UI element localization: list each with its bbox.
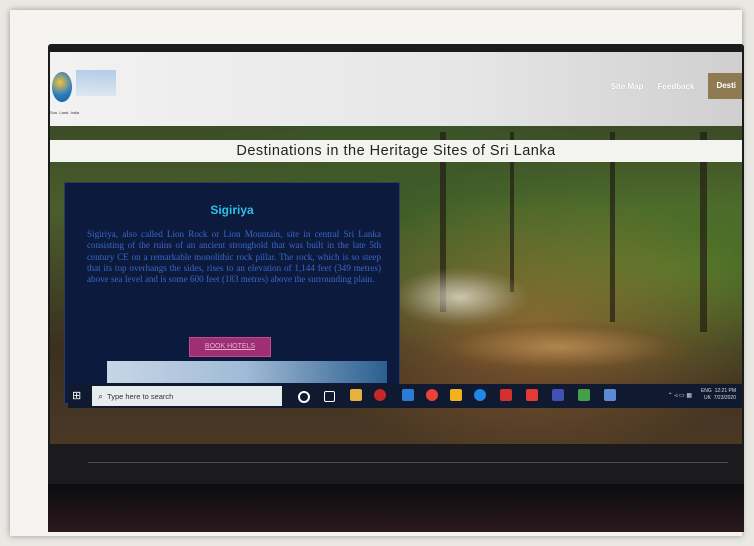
river-pool — [430, 322, 690, 372]
taskbar-search-box[interactable]: ⌕ Type here to search — [92, 386, 282, 406]
site-logo-text — [76, 70, 116, 96]
keyboard-area — [48, 484, 744, 532]
store-icon[interactable] — [350, 389, 362, 401]
chrome-icon[interactable] — [426, 389, 438, 401]
cortana-icon[interactable] — [298, 391, 310, 403]
site-header: Sun. Land. India Site Map Feedback Desti — [50, 52, 742, 126]
clock-date: 7/23/2020 — [713, 395, 736, 401]
acrobat-icon[interactable] — [500, 389, 512, 401]
edge-icon[interactable] — [474, 389, 486, 401]
photo-frame: Sun. Land. India Site Map Feedback Desti… — [10, 10, 744, 536]
jungle-trunk — [700, 132, 707, 332]
page-title: Destinations in the Heritage Sites of Sr… — [50, 140, 742, 162]
nav-feedback[interactable]: Feedback — [658, 82, 695, 91]
lang-top: ENG — [700, 388, 712, 394]
lang-bottom: UK — [704, 395, 711, 401]
vscode-icon[interactable] — [552, 389, 564, 401]
card-description: Sigiriya, also called Lion Rock or Lion … — [87, 229, 381, 285]
windows-start-icon[interactable]: ⊞ — [72, 390, 84, 402]
filezilla-icon[interactable] — [526, 389, 538, 401]
nav-destinations[interactable]: Desti — [708, 73, 742, 99]
book-hotels-button[interactable]: BOOK HOTELS — [189, 337, 271, 357]
screen: Sun. Land. India Site Map Feedback Desti… — [50, 52, 742, 444]
system-clock[interactable]: ENG 12:21 PM UK 7/23/2020 — [701, 388, 736, 402]
nav-site-map[interactable]: Site Map — [611, 82, 644, 91]
search-icon: ⌕ — [98, 390, 104, 401]
file-explorer-icon[interactable] — [450, 389, 462, 401]
destination-card: Sigiriya Sigiriya, also called Lion Rock… — [64, 182, 400, 404]
main-nav: Site Map Feedback Desti — [611, 73, 742, 99]
search-placeholder: Type here to search — [107, 391, 174, 401]
notepad-plus-icon[interactable] — [578, 389, 590, 401]
task-view-icon[interactable] — [324, 391, 335, 402]
card-image — [107, 361, 387, 383]
system-tray-icons[interactable]: ⌃ ◃ ▭ ▦ — [668, 392, 692, 399]
monitor: Sun. Land. India Site Map Feedback Desti… — [48, 44, 744, 532]
site-tagline: Sun. Land. India — [50, 110, 80, 115]
mail-icon[interactable] — [402, 389, 414, 401]
site-logo-icon[interactable] — [52, 72, 72, 102]
app-icon[interactable] — [604, 389, 616, 401]
card-title: Sigiriya — [210, 203, 254, 217]
opera-icon[interactable] — [374, 389, 386, 401]
windows-taskbar: ⊞ ⌕ Type here to search ⌃ ◃ ▭ ▦ ENG 12:2… — [68, 384, 742, 408]
waterfall — [390, 267, 530, 327]
clock-time: 12:21 PM — [714, 388, 736, 394]
monitor-bezel-line — [88, 462, 728, 463]
